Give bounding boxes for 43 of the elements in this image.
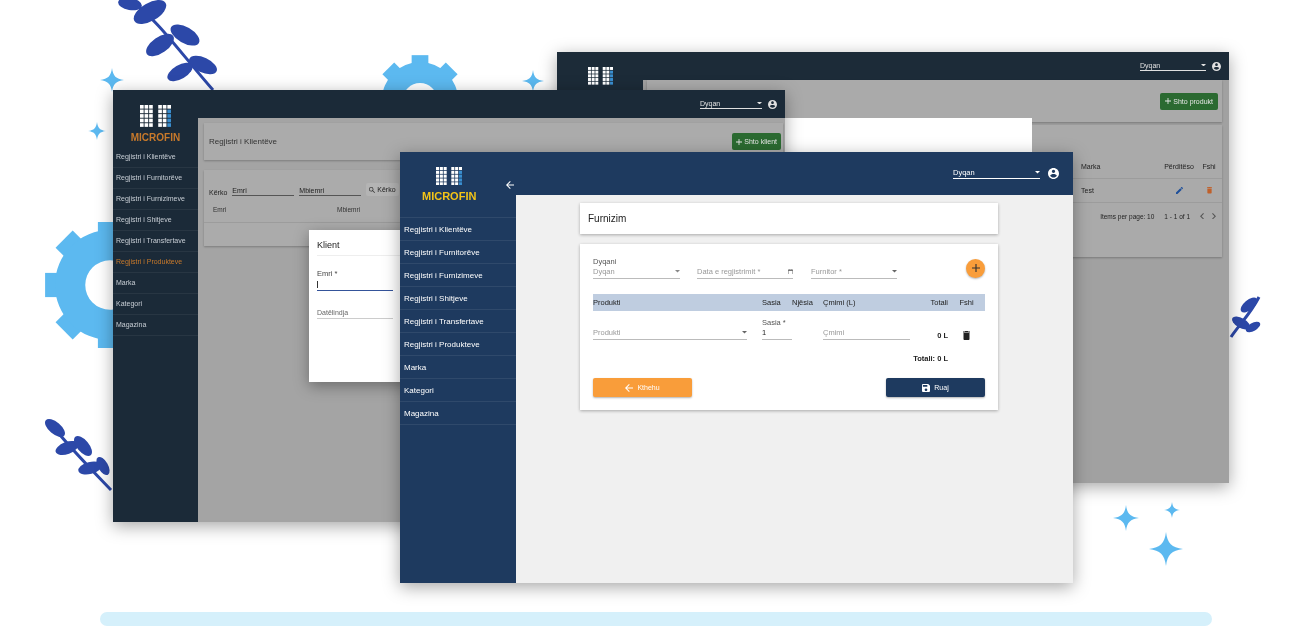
arrow-left-icon[interactable] xyxy=(506,180,515,189)
leaf-branch-drawing xyxy=(1229,296,1261,338)
logo-text: MICROFIN xyxy=(130,131,181,143)
sparkle-icon xyxy=(1113,505,1139,531)
sidebar-item[interactable]: Regjistri i Furnizimeve xyxy=(400,264,516,287)
page-title: Regjistri i Klientëve xyxy=(209,137,278,146)
pencil-icon[interactable] xyxy=(1175,187,1183,194)
sidebar-item[interactable]: Regjistri i Furnitorëve xyxy=(400,241,516,264)
user-icon[interactable] xyxy=(1212,61,1221,71)
logo-icon xyxy=(140,105,171,127)
sparkle-icon xyxy=(88,122,106,140)
sparkle-icon xyxy=(1149,532,1183,566)
calendar-icon xyxy=(788,268,793,275)
save-icon xyxy=(922,383,931,392)
add-button[interactable] xyxy=(966,258,985,278)
user-icon[interactable] xyxy=(768,99,777,109)
logo-text: MICROFIN xyxy=(422,190,477,203)
chevron-right-icon[interactable] xyxy=(1212,212,1216,220)
sidebar-item[interactable]: Regjistri i Shitjeve xyxy=(400,287,516,310)
plus-icon xyxy=(971,264,980,272)
sparkle-icon xyxy=(100,68,124,92)
logo-icon xyxy=(587,67,613,85)
caret-icon xyxy=(892,270,897,273)
caret-icon xyxy=(675,270,680,273)
caret-icon xyxy=(757,101,762,105)
arrow-left-icon xyxy=(625,383,634,392)
logo-icon xyxy=(436,166,463,186)
caret-icon xyxy=(742,331,747,334)
sparkle-icon xyxy=(522,70,544,92)
sidebar-item[interactable]: Regjistri i Transfertave xyxy=(400,310,516,333)
trash-icon[interactable] xyxy=(963,331,970,340)
chevron-left-icon[interactable] xyxy=(1200,212,1204,220)
search-icon xyxy=(369,186,376,193)
sidebar-item[interactable]: Regjistri i Klientëve xyxy=(400,218,516,241)
caret-icon xyxy=(1201,63,1206,67)
page-title: Furnizim xyxy=(580,203,998,234)
sidebar-item[interactable]: Kategori xyxy=(400,379,516,402)
sidebar-item[interactable]: Regjistri i Produkteve xyxy=(400,333,516,356)
sidebar-item[interactable]: Marka xyxy=(400,356,516,379)
sparkle-icon xyxy=(1164,502,1180,518)
sidebar-item[interactable]: Magazina xyxy=(400,402,516,425)
caret-icon xyxy=(1035,171,1040,174)
user-icon[interactable] xyxy=(1048,168,1059,179)
